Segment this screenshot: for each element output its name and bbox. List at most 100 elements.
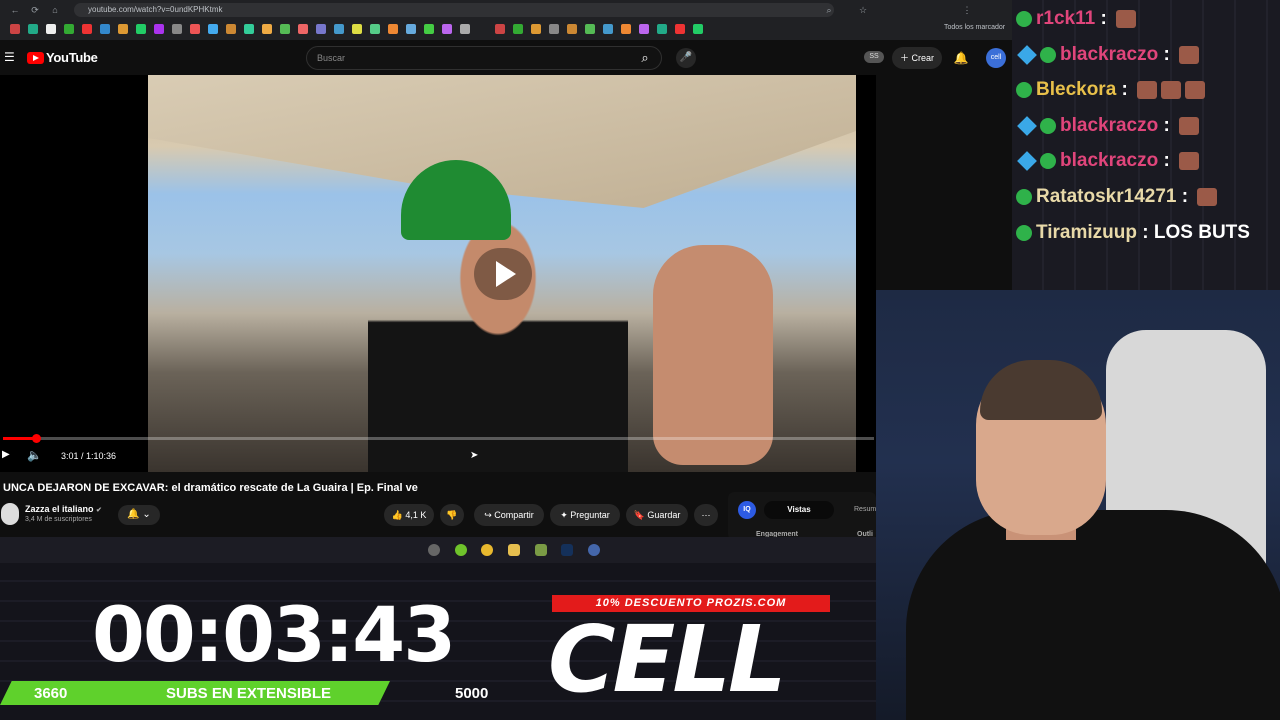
bookmark-favicon-icon[interactable]: [693, 24, 703, 34]
bookmark-favicon-icon[interactable]: [388, 24, 398, 34]
chat-username[interactable]: blackraczo: [1060, 115, 1158, 136]
bookmark-favicon-icon[interactable]: [10, 24, 20, 34]
subscribed-bell-button[interactable]: 🔔 ⌄: [118, 505, 160, 525]
tab-vistas[interactable]: Vistas: [764, 501, 834, 519]
taskbar-app-icon[interactable]: [428, 544, 440, 556]
photoshop-icon[interactable]: [561, 544, 573, 556]
chat-message: Tiramizuup : LOS BUTS: [1016, 222, 1250, 250]
play-icon[interactable]: ▶: [2, 449, 10, 460]
notifications-bell-icon[interactable]: 🔔: [952, 49, 970, 67]
save-button[interactable]: 🔖 Guardar: [626, 504, 688, 526]
bookmark-favicon-icon[interactable]: [406, 24, 416, 34]
bookmark-favicon-icon[interactable]: [208, 24, 218, 34]
bookmarks-all-folder[interactable]: Todos los marcador: [944, 24, 1005, 31]
taskbar-app-icon[interactable]: [588, 544, 600, 556]
bookmark-favicon-icon[interactable]: [154, 24, 164, 34]
dislike-button[interactable]: 👎: [440, 504, 464, 526]
bookmark-favicon-icon[interactable]: [549, 24, 559, 34]
volume-icon[interactable]: 🔈: [27, 448, 42, 462]
reload-icon[interactable]: ⟳: [28, 3, 42, 17]
cube-badge-icon: [1017, 44, 1037, 65]
search-icon[interactable]: ⌕: [630, 47, 660, 69]
chat-username[interactable]: Ratatoskr14271: [1036, 186, 1176, 207]
bookmark-favicon-icon[interactable]: [118, 24, 128, 34]
chat-emote-icon: [1116, 9, 1137, 28]
bookmark-favicon-icon[interactable]: [513, 24, 523, 34]
chat-username[interactable]: Bleckora: [1036, 79, 1116, 100]
bookmark-favicon-icon[interactable]: [280, 24, 290, 34]
chat-separator: :: [1137, 221, 1154, 243]
chat-username[interactable]: blackraczo: [1060, 150, 1158, 171]
bookmark-favicon-icon[interactable]: [262, 24, 272, 34]
webcam-feed: [876, 290, 1280, 720]
bookmark-favicon-icon[interactable]: [639, 24, 649, 34]
bookmark-favicon-icon[interactable]: [567, 24, 577, 34]
chrome-icon[interactable]: [481, 544, 493, 556]
tab-resumen[interactable]: Resum: [854, 506, 876, 513]
bookmark-favicon-icon[interactable]: [190, 24, 200, 34]
bookmark-favicon-icon[interactable]: [621, 24, 631, 34]
menu-icon[interactable]: ☰: [4, 50, 15, 64]
chat-username[interactable]: Tiramizuup: [1036, 222, 1137, 243]
bookmark-favicon-icon[interactable]: [64, 24, 74, 34]
account-avatar[interactable]: cell: [986, 48, 1006, 68]
iq-icon[interactable]: IQ: [738, 501, 756, 519]
chat-message: blackraczo :: [1016, 150, 1200, 178]
channel-name[interactable]: Zazza el italiano ✔: [25, 504, 102, 514]
bookmark-favicon-icon[interactable]: [531, 24, 541, 34]
extensions-icon[interactable]: ⋮: [960, 3, 974, 17]
bookmark-favicon-icon[interactable]: [298, 24, 308, 34]
bookmark-favicon-icon[interactable]: [334, 24, 344, 34]
youtube-logo-text[interactable]: YouTube: [46, 50, 98, 65]
folder-icon[interactable]: [508, 544, 520, 556]
subscriber-badge-icon: [1016, 188, 1032, 205]
scrubber-handle[interactable]: [32, 434, 41, 443]
bookmark-star-icon[interactable]: ☆: [856, 3, 870, 17]
home-icon[interactable]: ⌂: [48, 3, 62, 17]
bookmark-favicon-icon[interactable]: [172, 24, 182, 34]
ask-button[interactable]: ✦ Preguntar: [550, 504, 620, 526]
youtube-logo-icon[interactable]: [27, 52, 44, 64]
create-button[interactable]: ＋ Crear: [892, 47, 942, 69]
chat-username[interactable]: blackraczo: [1060, 44, 1158, 65]
chat-username[interactable]: r1ck11: [1036, 8, 1095, 29]
bookmark-favicon-icon[interactable]: [495, 24, 505, 34]
ss-badge[interactable]: SS: [864, 51, 884, 63]
chat-emote-icon: [1179, 116, 1200, 135]
search-input[interactable]: Buscar: [306, 46, 662, 70]
bookmark-favicon-icon[interactable]: [585, 24, 595, 34]
channel-avatar[interactable]: [1, 503, 19, 525]
share-icon: ↪: [484, 510, 495, 520]
bookmark-favicon-icon[interactable]: [316, 24, 326, 34]
taskbar-app-icon[interactable]: [455, 544, 467, 556]
bookmark-favicon-icon[interactable]: [352, 24, 362, 34]
sparkle-icon: ✦: [560, 510, 571, 520]
bookmark-favicon-icon[interactable]: [657, 24, 667, 34]
bookmark-favicon-icon[interactable]: [370, 24, 380, 34]
chat-message: r1ck11 :: [1016, 8, 1137, 36]
bookmark-favicon-icon[interactable]: [675, 24, 685, 34]
zoom-icon[interactable]: ⌕: [822, 3, 836, 17]
share-button[interactable]: ↪ Compartir: [474, 504, 544, 526]
bookmark-favicon-icon[interactable]: [244, 24, 254, 34]
bookmark-favicon-icon[interactable]: [442, 24, 452, 34]
bookmark-favicon-icon[interactable]: [100, 24, 110, 34]
progress-bar[interactable]: [3, 437, 874, 440]
address-bar[interactable]: youtube.com/watch?v=0undKPHKtmk: [74, 3, 834, 17]
bookmark-favicon-icon[interactable]: [136, 24, 146, 34]
bookmark-favicon-icon[interactable]: [603, 24, 613, 34]
bookmark-favicon-icon[interactable]: [46, 24, 56, 34]
like-button[interactable]: 👍 4,1 K: [384, 504, 434, 526]
bookmark-favicon-icon[interactable]: [424, 24, 434, 34]
bookmark-favicon-icon[interactable]: [28, 24, 38, 34]
subs-label: SUBS EN EXTENSIBLE: [166, 685, 332, 702]
taskbar-app-icon[interactable]: [535, 544, 547, 556]
big-play-icon[interactable]: [474, 248, 532, 300]
bookmark-favicon-icon[interactable]: [226, 24, 236, 34]
more-actions-button[interactable]: ⋯: [694, 504, 718, 526]
bookmark-favicon-icon[interactable]: [460, 24, 470, 34]
back-icon[interactable]: ←: [8, 3, 22, 17]
bookmark-favicon-icon[interactable]: [82, 24, 92, 34]
chat-separator: :: [1176, 186, 1194, 207]
microphone-icon[interactable]: 🎤: [676, 48, 696, 68]
